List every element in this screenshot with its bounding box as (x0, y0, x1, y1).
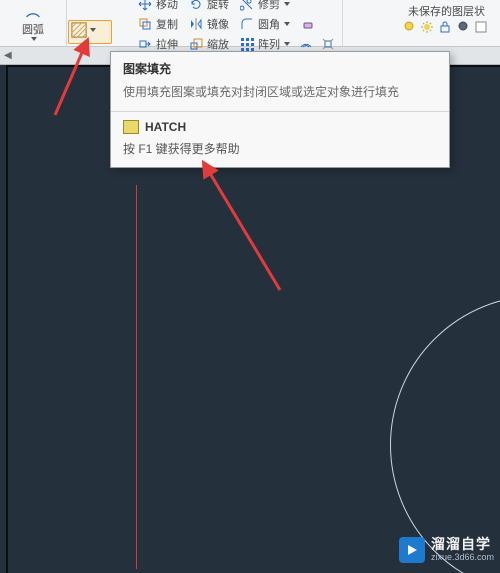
tab-scroll-left-icon[interactable]: ◀ (4, 50, 12, 61)
tooltip-help-text: 按 F1 键获得更多帮助 (111, 136, 449, 167)
fillet-icon (239, 16, 255, 32)
rotate-icon (188, 0, 204, 12)
move-button[interactable]: 移动 (133, 0, 182, 14)
lightbulb-on-icon[interactable] (402, 20, 416, 34)
layer-quick-toggles (398, 18, 492, 36)
tooltip-description: 使用填充图案或填充对封闭区域或选定对象进行填充 (111, 79, 449, 111)
chevron-down-icon (90, 28, 96, 32)
fillet-button[interactable]: 圆角 (235, 14, 294, 34)
arc-icon (25, 5, 41, 21)
hatch-button[interactable] (71, 22, 96, 38)
array-icon (239, 36, 255, 52)
stretch-icon (137, 36, 153, 52)
scale-icon (188, 36, 204, 52)
hatch-tooltip: 图案填充 使用填充图案或填充对封闭区域或选定对象进行填充 HATCH 按 F1 … (110, 51, 450, 168)
explode-icon (320, 36, 336, 52)
copy-icon (137, 16, 153, 32)
ribbon-section-modify: 移动 旋转 修剪 复制 镜像 圆角 (129, 0, 343, 46)
watermark-logo-icon (399, 537, 425, 563)
arc-label: 圆弧 (22, 21, 44, 37)
copy-button[interactable]: 复制 (133, 14, 182, 34)
mirror-icon (188, 16, 204, 32)
chevron-down-icon (284, 22, 290, 26)
lightbulb-off-icon[interactable] (456, 20, 470, 34)
tooltip-command: HATCH (145, 120, 186, 134)
lock-icon[interactable] (438, 20, 452, 34)
trim-icon (239, 0, 255, 12)
tooltip-command-row: HATCH (111, 112, 449, 136)
ribbon-toolbar: 圆弧 移动 旋转 修剪 (0, 0, 500, 47)
tooltip-title: 图案填充 (111, 52, 449, 79)
layer-status-label: 未保存的图层状 (408, 3, 485, 19)
command-icon (123, 120, 139, 134)
chevron-down-icon (284, 2, 290, 6)
color-swatch[interactable] (474, 20, 488, 34)
erase-icon (300, 16, 316, 32)
offset-icon (298, 36, 314, 52)
watermark-title: 溜溜自学 (431, 537, 494, 552)
trim-button[interactable]: 修剪 (235, 0, 294, 14)
ribbon-section-draw: 圆弧 (0, 0, 67, 46)
watermark-subtitle: zixue.3d66.com (431, 553, 494, 563)
rotate-button[interactable]: 旋转 (184, 0, 233, 14)
erase-button[interactable] (296, 14, 316, 34)
drawn-vertical-line (136, 185, 137, 569)
chevron-down-icon (31, 37, 37, 41)
watermark: 溜溜自学 zixue.3d66.com (399, 537, 494, 563)
arc-button[interactable]: 圆弧 (4, 3, 62, 43)
move-icon (137, 0, 153, 12)
chevron-down-icon (284, 42, 290, 46)
hatch-icon (71, 22, 87, 38)
sun-icon[interactable] (420, 20, 434, 34)
mirror-button[interactable]: 镜像 (184, 14, 233, 34)
